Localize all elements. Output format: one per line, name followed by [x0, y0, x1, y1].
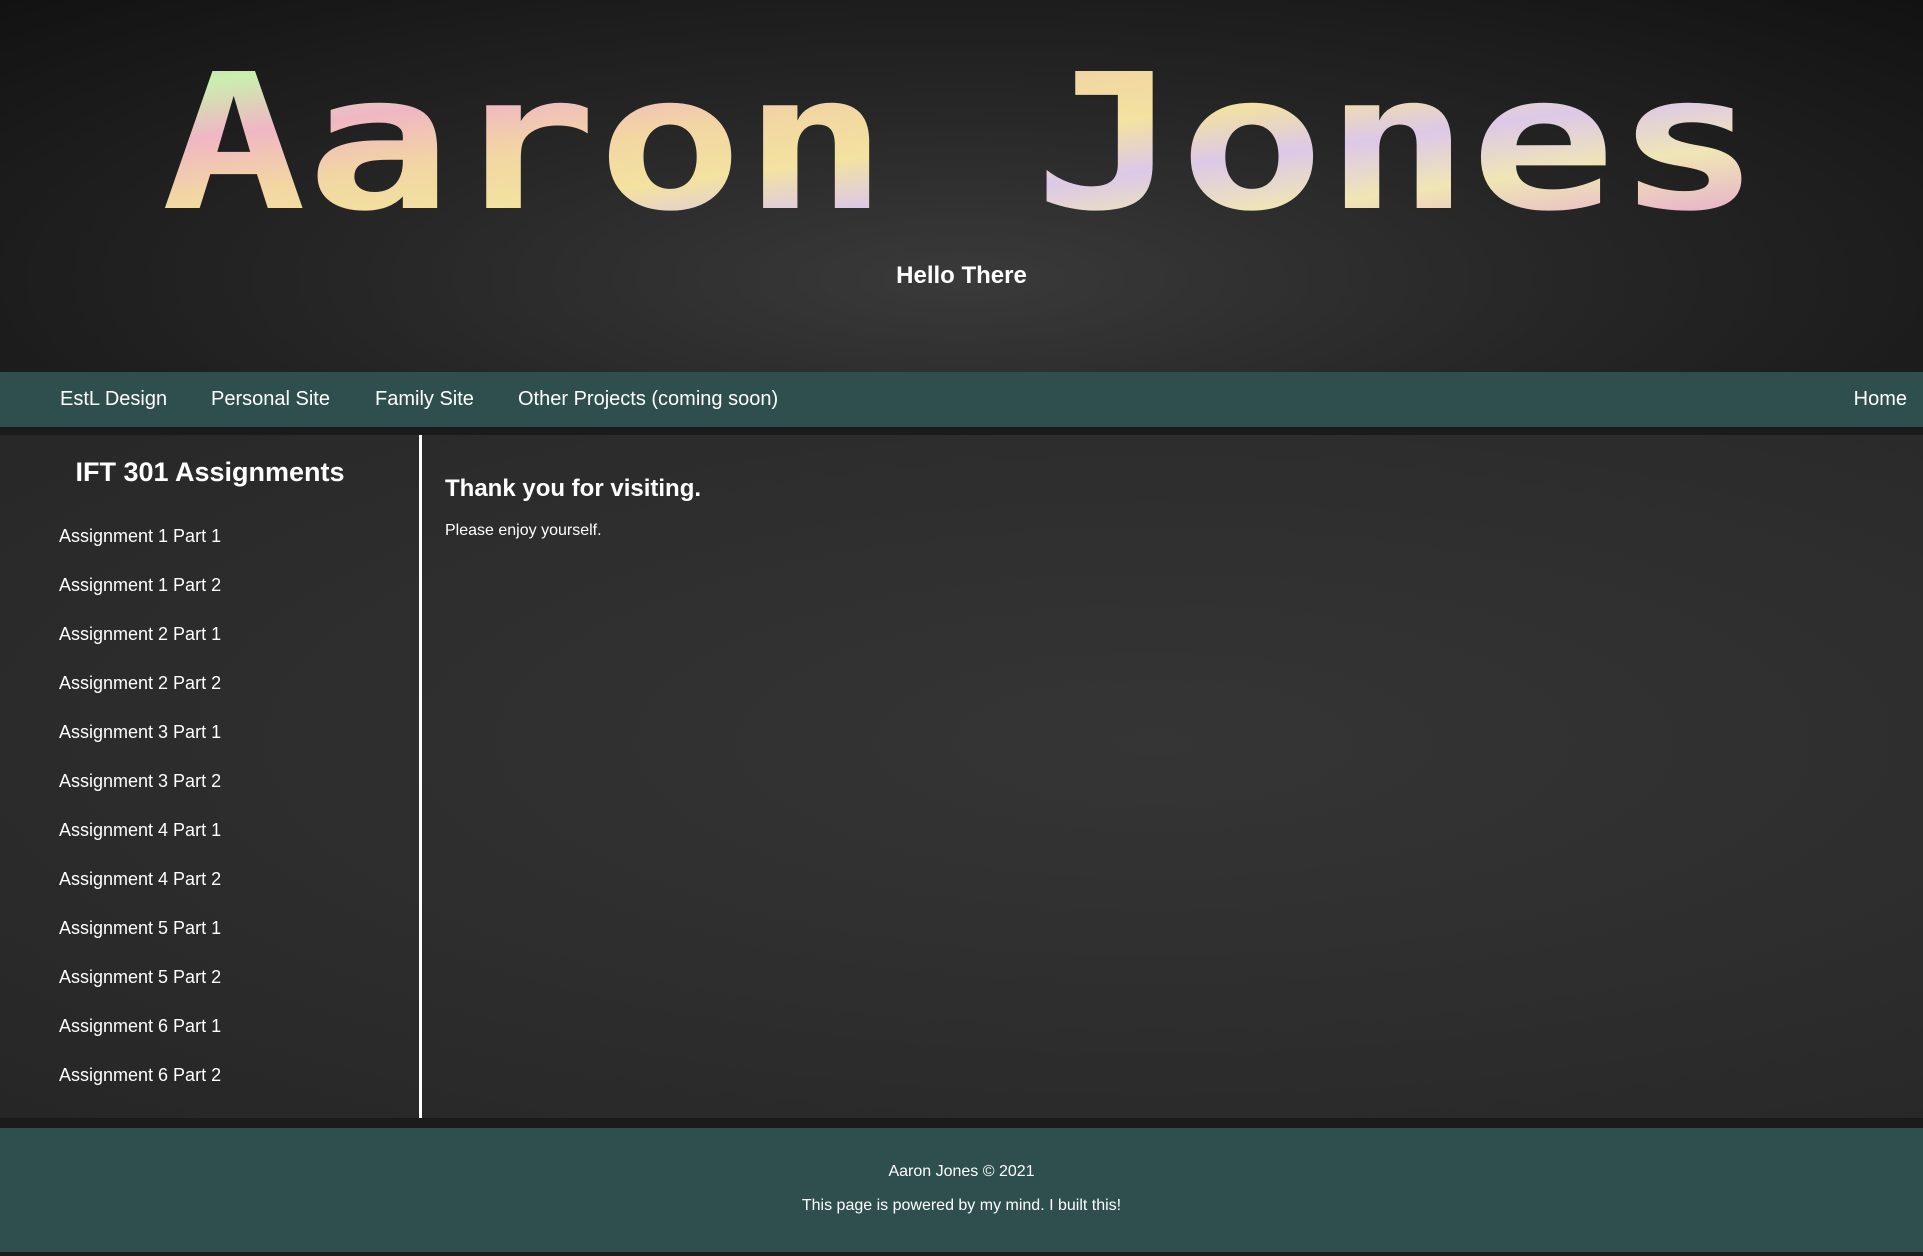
assignment-link[interactable]: Assignment 3 Part 1	[59, 722, 221, 742]
list-item: Assignment 5 Part 1	[59, 917, 221, 966]
assignment-link[interactable]: Assignment 6 Part 2	[59, 1065, 221, 1085]
main-content: Thank you for visiting. Please enjoy you…	[445, 475, 701, 540]
sidebar: IFT 301 Assignments Assignment 1 Part 1 …	[0, 435, 422, 1118]
list-item: Assignment 4 Part 2	[59, 868, 221, 917]
list-item: Assignment 2 Part 1	[59, 623, 221, 672]
list-item: Assignment 5 Part 2	[59, 966, 221, 1015]
list-item: Assignment 3 Part 2	[59, 770, 221, 819]
nav-link-personal-site[interactable]: Personal Site	[211, 372, 330, 427]
tagline: Hello There	[896, 262, 1027, 289]
assignment-link[interactable]: Assignment 1 Part 1	[59, 526, 221, 546]
main-area: IFT 301 Assignments Assignment 1 Part 1 …	[0, 435, 1923, 1118]
nav-link-other-projects[interactable]: Other Projects (coming soon)	[518, 372, 778, 427]
list-item: Assignment 4 Part 1	[59, 819, 221, 868]
assignment-link[interactable]: Assignment 1 Part 2	[59, 575, 221, 595]
content-heading: Thank you for visiting.	[445, 475, 702, 502]
assignment-link[interactable]: Assignment 2 Part 2	[59, 673, 221, 693]
assignment-link[interactable]: Assignment 5 Part 1	[59, 918, 221, 938]
list-item: Assignment 6 Part 1	[59, 1015, 221, 1064]
list-item: Assignment 2 Part 2	[59, 672, 221, 721]
logo-banner: Aaron Jones	[161, 34, 1761, 253]
list-item: Assignment 1 Part 1	[59, 525, 221, 574]
top-nav: EstL Design Personal Site Family Site Ot…	[0, 372, 1923, 427]
footer-copyright: Aaron Jones © 2021	[888, 1163, 1035, 1180]
assignment-link[interactable]: Assignment 3 Part 2	[59, 771, 221, 791]
sidebar-title: IFT 301 Assignments	[75, 457, 345, 487]
list-item: Assignment 3 Part 1	[59, 721, 221, 770]
nav-link-home[interactable]: Home	[1854, 372, 1907, 427]
list-item: Assignment 1 Part 2	[59, 574, 221, 623]
nav-link-estl-design[interactable]: EstL Design	[60, 372, 167, 427]
content-body: Please enjoy yourself.	[445, 522, 602, 539]
assignment-link[interactable]: Assignment 2 Part 1	[59, 624, 221, 644]
assignment-link[interactable]: Assignment 5 Part 2	[59, 967, 221, 987]
assignment-link[interactable]: Assignment 4 Part 2	[59, 869, 221, 889]
nav-link-family-site[interactable]: Family Site	[375, 372, 474, 427]
logo-text: Aaron Jones	[161, 34, 1761, 253]
site-header: Aaron Jones Hello There	[0, 0, 1923, 372]
assignment-list: Assignment 1 Part 1 Assignment 1 Part 2 …	[59, 525, 221, 1113]
assignment-link[interactable]: Assignment 6 Part 1	[59, 1016, 221, 1036]
assignment-link[interactable]: Assignment 4 Part 1	[59, 820, 221, 840]
list-item: Assignment 6 Part 2	[59, 1064, 221, 1113]
footer-note: This page is powered by my mind. I built…	[801, 1197, 1122, 1214]
site-footer: Aaron Jones © 2021 This page is powered …	[0, 1128, 1923, 1252]
